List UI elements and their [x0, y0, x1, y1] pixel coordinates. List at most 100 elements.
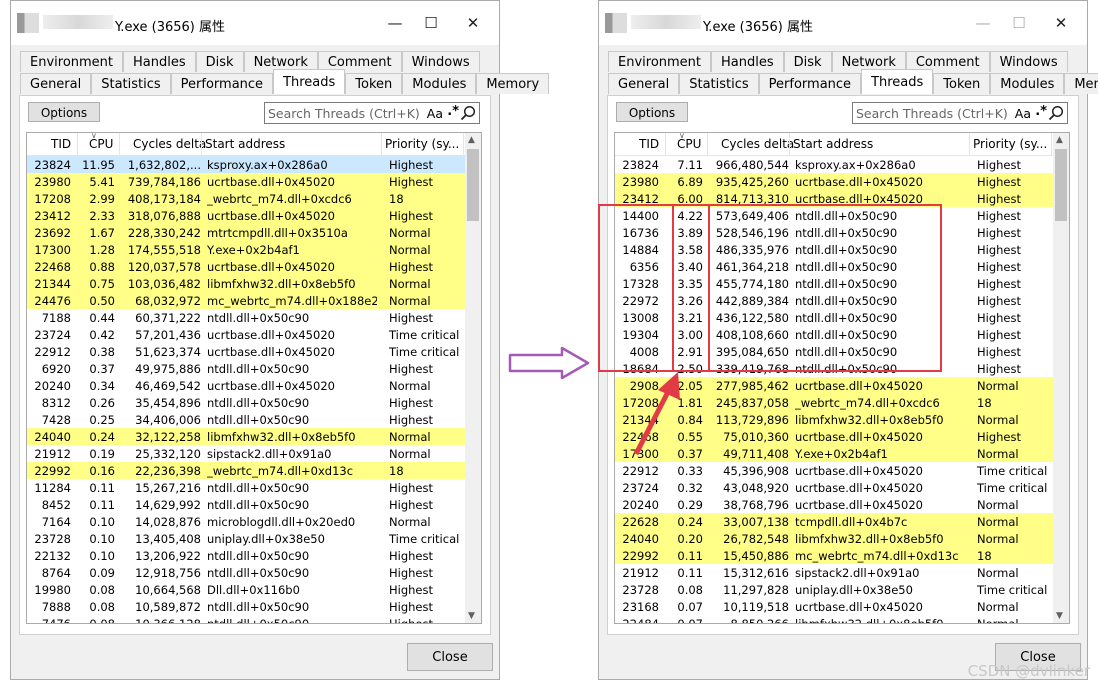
table-row[interactable]: 23692 1.67 228,330,242 mtrtcmpdll.dll+0x351… — [27, 224, 467, 241]
cell-pri: Normal — [977, 447, 1019, 461]
tab-memory[interactable]: Memory — [476, 73, 550, 94]
table-row[interactable]: 20240 0.34 46,469,542 ucrtbase.dll+0x45020 N… — [27, 377, 467, 394]
tab-threads[interactable]: Threads — [273, 69, 346, 94]
search-icon[interactable] — [1048, 105, 1064, 121]
table-row[interactable]: 7428 0.25 34,406,006 ntdll.dll+0x50c90 Highe… — [27, 411, 467, 428]
table-row[interactable]: 6920 0.37 49,975,886 ntdll.dll+0x50c90 Highe… — [27, 360, 467, 377]
regex-toggle[interactable]: .* — [447, 104, 459, 119]
tab-disk[interactable]: Disk — [195, 51, 244, 72]
col-priority[interactable]: Priority (sy... — [385, 137, 459, 151]
options-button[interactable]: Options — [616, 102, 688, 122]
table-row[interactable]: 23724 0.42 57,201,436 ucrtbase.dll+0x45020 T… — [27, 326, 467, 343]
maximize-icon[interactable]: ☐ — [1007, 11, 1031, 35]
table-row[interactable]: 17208 2.99 408,173,184 _webrtc_m74.dll+0xcd… — [27, 190, 467, 207]
table-row[interactable]: 24040 0.24 32,122,258 libmfxhw32.dll+0x8eb5… — [27, 428, 467, 445]
scroll-up-icon[interactable]: ▲ — [1056, 135, 1063, 145]
col-cpu[interactable]: CPU — [89, 137, 113, 151]
table-row[interactable]: 24476 0.50 68,032,972 mc_webrtc_m74.dll+0x1… — [27, 292, 467, 309]
col-start-address[interactable]: Start address — [205, 137, 285, 151]
minimize-icon[interactable]: — — [383, 11, 407, 35]
table-row[interactable]: 21912 0.19 25,332,120 sipstack2.dll+0x91a0 N… — [27, 445, 467, 462]
maximize-icon[interactable]: ☐ — [419, 11, 443, 35]
tab-statistics[interactable]: Statistics — [91, 73, 171, 94]
tab-modules[interactable]: Modules — [990, 73, 1065, 94]
tab-handles[interactable]: Handles — [711, 51, 784, 72]
table-row[interactable]: 22628 0.24 33,007,138 tcmpdll.dll+0x4b7c Nor… — [615, 513, 1055, 530]
table-row[interactable]: 22468 0.88 120,037,578 ucrtbase.dll+0x45020… — [27, 258, 467, 275]
table-row[interactable]: 23728 0.10 13,405,408 uniplay.dll+0x38e50 Ti… — [27, 530, 467, 547]
table-row[interactable]: 7164 0.10 14,028,876 microblogdll.dll+0x20e… — [27, 513, 467, 530]
search-threads-input[interactable]: Search Threads (Ctrl+K) Aa .* — [264, 102, 480, 124]
tab-modules[interactable]: Modules — [402, 73, 477, 94]
tab-handles[interactable]: Handles — [123, 51, 196, 72]
table-row[interactable]: 23980 6.89 935,425,260 ucrtbase.dll+0x45020… — [615, 173, 1055, 190]
tab-token[interactable]: Token — [345, 73, 403, 94]
table-row[interactable]: 11284 0.11 15,267,216 ntdll.dll+0x50c90 High… — [27, 479, 467, 496]
close-button[interactable]: Close — [407, 643, 493, 671]
tab-general[interactable]: General — [608, 73, 680, 94]
table-row[interactable]: 7188 0.44 60,371,222 ntdll.dll+0x50c90 Highe… — [27, 309, 467, 326]
table-row[interactable]: 23724 0.32 43,048,920 ucrtbase.dll+0x45020 T… — [615, 479, 1055, 496]
col-start-address[interactable]: Start address — [793, 137, 873, 151]
table-row[interactable]: 23980 5.41 739,784,186 ucrtbase.dll+0x45020… — [27, 173, 467, 190]
table-row[interactable]: 8764 0.09 12,918,756 ntdll.dll+0x50c90 Highe… — [27, 564, 467, 581]
table-row[interactable]: 22484 0.07 8,850,266 libmfxhw32.dll+0x8eb5f… — [615, 615, 1055, 623]
search-icon[interactable] — [460, 105, 476, 121]
options-button[interactable]: Options — [28, 102, 100, 122]
table-row[interactable]: 7888 0.08 10,589,872 ntdll.dll+0x50c90 Highe… — [27, 598, 467, 615]
col-cpu[interactable]: CPU — [677, 137, 701, 151]
match-case-toggle[interactable]: Aa — [1015, 106, 1031, 121]
table-row[interactable]: 17300 1.28 174,555,518 Y.exe+0x2b4af1 Normal — [27, 241, 467, 258]
tab-memory[interactable]: Memory — [1064, 73, 1098, 94]
table-row[interactable]: 23168 0.07 10,119,518 ucrtbase.dll+0x45020 N… — [615, 598, 1055, 615]
vertical-scrollbar[interactable]: ▲ ▼ — [1053, 133, 1069, 623]
tab-windows[interactable]: Windows — [989, 51, 1068, 72]
tab-token[interactable]: Token — [933, 73, 991, 94]
cell-cycles: 25,332,120 — [135, 447, 201, 461]
table-row[interactable]: 23728 0.08 11,297,828 uniplay.dll+0x38e50 Ti… — [615, 581, 1055, 598]
tab-statistics[interactable]: Statistics — [679, 73, 759, 94]
col-priority[interactable]: Priority (sy... — [973, 137, 1047, 151]
tab-windows[interactable]: Windows — [401, 51, 480, 72]
col-cycles-delta[interactable]: Cycles delta — [721, 137, 794, 151]
cell-addr: libmfxhw32.dll+0x8eb5f0 — [795, 413, 944, 427]
table-row[interactable]: 22132 0.10 13,206,922 ntdll.dll+0x50c90 High… — [27, 547, 467, 564]
scroll-up-icon[interactable]: ▲ — [468, 135, 475, 145]
close-icon[interactable]: ✕ — [461, 11, 485, 35]
table-row[interactable]: 23824 11.95 1,632,802,... ksproxy.ax+0x286a… — [27, 156, 467, 173]
match-case-toggle[interactable]: Aa — [427, 106, 443, 121]
table-row[interactable]: 20240 0.29 38,768,796 ucrtbase.dll+0x45020 N… — [615, 496, 1055, 513]
table-row[interactable]: 8452 0.11 14,629,992 ntdll.dll+0x50c90 Highe… — [27, 496, 467, 513]
table-row[interactable]: 22992 0.16 22,236,398 _webrtc_m74.dll+0xd13… — [27, 462, 467, 479]
col-tid[interactable]: TID — [639, 137, 659, 151]
table-row[interactable]: 19980 0.08 10,664,568 Dll.dll+0x116b0 Highes… — [27, 581, 467, 598]
table-row[interactable]: 22912 0.33 45,396,908 ucrtbase.dll+0x45020 T… — [615, 462, 1055, 479]
vertical-scrollbar[interactable]: ▲ ▼ — [465, 133, 481, 623]
table-row[interactable]: 8312 0.26 35,454,896 ntdll.dll+0x50c90 Highe… — [27, 394, 467, 411]
tab-disk[interactable]: Disk — [783, 51, 832, 72]
minimize-icon[interactable]: — — [971, 11, 995, 35]
scroll-thumb[interactable] — [467, 149, 479, 221]
table-row[interactable]: 21344 0.75 103,036,482 libmfxhw32.dll+0x8eb… — [27, 275, 467, 292]
close-icon[interactable]: ✕ — [1049, 11, 1073, 35]
search-threads-input[interactable]: Search Threads (Ctrl+K) Aa .* — [852, 102, 1068, 124]
tab-environment[interactable]: Environment — [608, 51, 712, 72]
table-row[interactable]: 23412 2.33 318,076,888 ucrtbase.dll+0x45020… — [27, 207, 467, 224]
table-row[interactable]: 24040 0.20 26,782,548 libmfxhw32.dll+0x8eb5… — [615, 530, 1055, 547]
scroll-down-icon[interactable]: ▼ — [1056, 611, 1063, 621]
tab-performance[interactable]: Performance — [758, 73, 862, 94]
table-row[interactable]: 7476 0.08 10,366,128 ntdll.dll+0x50c90 Highe… — [27, 615, 467, 623]
tab-environment[interactable]: Environment — [20, 51, 124, 72]
table-row[interactable]: 23824 7.11 966,480,544 ksproxy.ax+0x286a0 Hi… — [615, 156, 1055, 173]
tab-general[interactable]: General — [20, 73, 92, 94]
tab-threads[interactable]: Threads — [861, 69, 934, 94]
table-row[interactable]: 21912 0.11 15,312,616 sipstack2.dll+0x91a0 N… — [615, 564, 1055, 581]
col-tid[interactable]: TID — [51, 137, 71, 151]
col-cycles-delta[interactable]: Cycles delta — [133, 137, 206, 151]
table-row[interactable]: 22912 0.38 51,623,374 ucrtbase.dll+0x45020 T… — [27, 343, 467, 360]
tab-performance[interactable]: Performance — [170, 73, 274, 94]
table-row[interactable]: 22992 0.11 15,450,886 mc_webrtc_m74.dll+0xd… — [615, 547, 1055, 564]
scroll-thumb[interactable] — [1055, 149, 1067, 221]
scroll-down-icon[interactable]: ▼ — [468, 611, 475, 621]
regex-toggle[interactable]: .* — [1035, 104, 1047, 119]
